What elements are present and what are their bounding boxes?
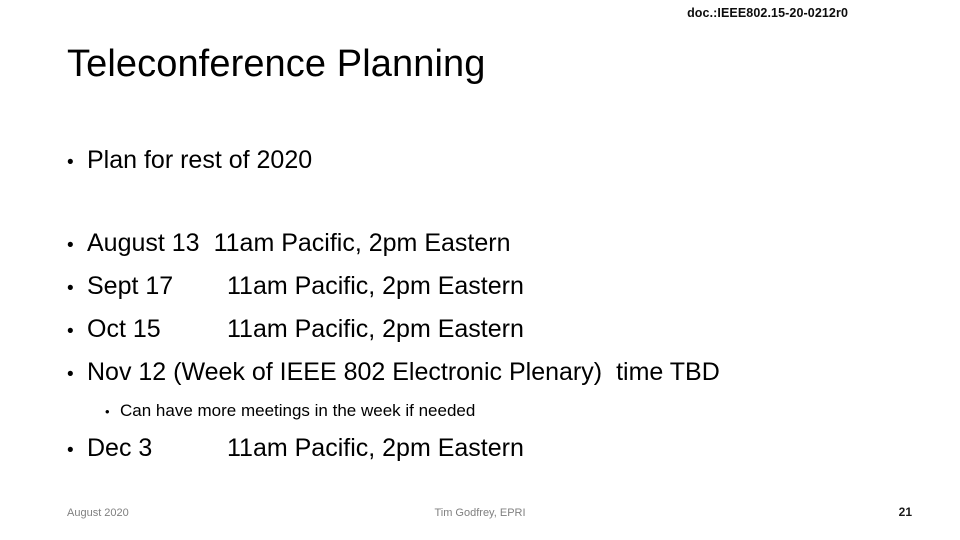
list-item-sept-17: • Sept 17 11am Pacific, 2pm Eastern — [67, 266, 897, 309]
meeting-date: Oct 15 — [87, 315, 161, 343]
meeting-date: Nov 12 (Week of IEEE 802 Electronic Plen… — [87, 358, 603, 386]
bullet-icon: • — [67, 440, 74, 461]
meeting-date: Dec 3 — [87, 434, 153, 462]
meeting-date: Sept 17 — [87, 272, 174, 300]
bullet-icon: • — [67, 321, 74, 342]
meeting-date: August 13 — [87, 229, 200, 257]
list-item-plan-for-rest-of-2020: • Plan for rest of 2020 — [67, 140, 897, 183]
bullet-icon: • — [67, 278, 74, 299]
sub-list-item-label: Can have more meetings in the week if ne… — [120, 401, 476, 420]
bullet-icon: • — [67, 235, 74, 256]
list-item-nov-12: • Nov 12 (Week of IEEE 802 Electronic Pl… — [67, 352, 897, 395]
footer-author: Tim Godfrey, EPRI — [434, 507, 526, 519]
list-item-dec-3: • Dec 3 11am Pacific, 2pm Eastern — [67, 428, 897, 471]
list-item-oct-15: • Oct 15 11am Pacific, 2pm Eastern — [67, 309, 897, 352]
meeting-time: 11am Pacific, 2pm Eastern — [227, 315, 524, 343]
bullet-icon: • — [105, 404, 110, 419]
slide-canvas: doc.:IEEE802.15-20-0212r0 Teleconference… — [0, 0, 960, 540]
page-number: 21 — [898, 505, 912, 519]
list-item-label: Plan for rest of 2020 — [87, 146, 313, 174]
meeting-time: time TBD — [616, 358, 720, 386]
meeting-time: 11am Pacific, 2pm Eastern — [213, 229, 511, 257]
bullet-icon: • — [67, 364, 74, 385]
slide-body: • Plan for rest of 2020 • August 13 11am… — [67, 140, 897, 471]
list-item-august-13: • August 13 11am Pacific, 2pm Eastern — [67, 223, 897, 266]
meeting-time: 11am Pacific, 2pm Eastern — [227, 272, 524, 300]
meeting-time: 11am Pacific, 2pm Eastern — [227, 434, 524, 462]
page-title: Teleconference Planning — [67, 43, 486, 85]
document-id-header: doc.:IEEE802.15-20-0212r0 — [687, 6, 848, 20]
sub-list-item-more-meetings: • Can have more meetings in the week if … — [67, 395, 897, 428]
bullet-icon: • — [67, 152, 74, 173]
